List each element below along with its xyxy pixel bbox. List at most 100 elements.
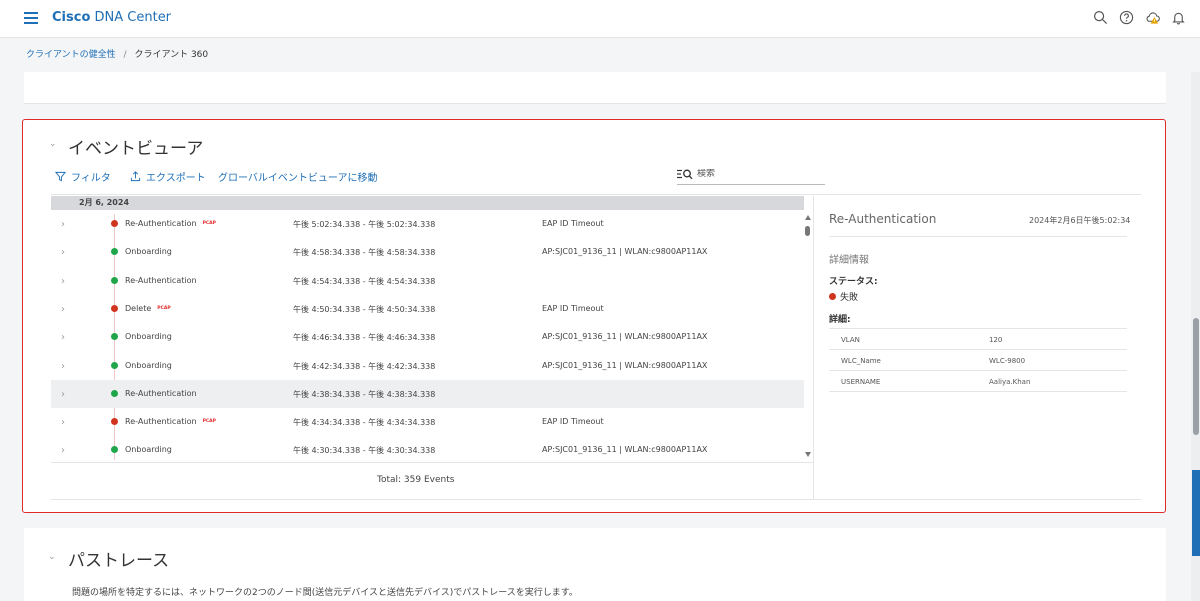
- cloud-alert-icon[interactable]: [1144, 9, 1160, 25]
- search-list-icon: [677, 169, 693, 179]
- event-list-scroll-thumb[interactable]: [805, 226, 810, 236]
- event-list: 2月 6, 2024 › Re-Authentication PCAP 午後 5:02…: [51, 196, 813, 460]
- event-name: Onboarding: [125, 445, 172, 454]
- event-time-range: 午後 4:42:34.338 - 午後 4:42:34.338: [293, 361, 436, 371]
- event-name-text: Re-Authentication: [125, 388, 197, 398]
- brand-bold: Cisco: [52, 10, 91, 25]
- event-row[interactable]: › Onboarding 午後 4:46:34.338 - 午後 4:46:34.3…: [51, 323, 804, 351]
- scroll-down-arrow-icon[interactable]: [805, 452, 811, 457]
- detail-value: WLC-9800: [989, 357, 1026, 365]
- event-time-range: 午後 4:46:34.338 - 午後 4:46:34.338: [293, 333, 436, 343]
- search-icon[interactable]: [1092, 9, 1108, 25]
- pcap-badge[interactable]: PCAP: [203, 221, 216, 226]
- event-detail-text: EAP ID Timeout: [542, 417, 604, 427]
- event-name: Onboarding: [125, 332, 172, 341]
- event-name: Re-Authentication: [125, 389, 197, 398]
- event-row[interactable]: › Re-Authentication PCAP 午後 4:34:34.338 - 午…: [51, 408, 804, 436]
- event-row[interactable]: › Re-Authentication 午後 4:38:34.338 - 午後 4:…: [51, 379, 804, 408]
- top-navigation-bar: Cisco DNA Center: [0, 0, 1200, 38]
- detail-timestamp: 2024年2月6日午後5:02:34: [1029, 216, 1131, 225]
- expand-chevron-icon[interactable]: ›: [61, 361, 65, 372]
- status-failed-dot-icon: [829, 293, 836, 300]
- event-list-scrollbar[interactable]: [804, 212, 813, 457]
- event-name-text: Re-Authentication: [125, 219, 197, 228]
- event-name: Onboarding: [125, 247, 172, 256]
- detail-key: WLC_Name: [841, 357, 881, 365]
- filter-label: フィルタ: [71, 173, 111, 184]
- page-scrollbar[interactable]: [1191, 72, 1200, 601]
- event-name-text: Onboarding: [125, 360, 172, 370]
- bell-icon[interactable]: [1170, 9, 1186, 25]
- expand-chevron-icon[interactable]: ›: [61, 417, 65, 428]
- expand-chevron-icon[interactable]: ›: [61, 389, 65, 400]
- breadcrumb-separator: /: [123, 50, 127, 60]
- status-label: ステータス:: [829, 277, 878, 287]
- path-trace-card: ⌄ パストレース 問題の場所を特定するには、ネットワークの2つのノード間(送信元…: [24, 528, 1166, 601]
- collapse-chevron-icon[interactable]: ⌄: [48, 552, 56, 562]
- event-time-range: 午後 4:30:34.338 - 午後 4:30:34.338: [293, 446, 436, 456]
- event-name: Re-Authentication PCAP: [125, 417, 216, 426]
- event-detail-text: AP:SJC01_9136_11 | WLAN:c9800AP11AX: [542, 360, 708, 370]
- event-search[interactable]: [677, 164, 825, 185]
- status-failed-dot-icon: [111, 220, 118, 227]
- status-success-dot-icon: [111, 248, 118, 256]
- event-name-text: Onboarding: [125, 247, 172, 257]
- event-row[interactable]: › Re-Authentication PCAP 午後 5:02:34.338 - 午…: [51, 210, 804, 238]
- event-detail-text: AP:SJC01_9136_11 | WLAN:c9800AP11AX: [542, 445, 708, 455]
- status-text: 失敗: [840, 293, 859, 303]
- pcap-badge[interactable]: PCAP: [203, 419, 216, 424]
- event-detail-pane: Re-Authentication 2024年2月6日午後5:02:34 詳細情…: [829, 196, 1131, 496]
- detail-key: VLAN: [841, 336, 860, 344]
- export-icon: [130, 171, 141, 182]
- search-input[interactable]: [697, 169, 817, 179]
- event-row[interactable]: › Onboarding 午後 4:42:34.338 - 午後 4:42:34.3…: [51, 352, 804, 380]
- app-brand[interactable]: Cisco DNA Center: [52, 10, 171, 25]
- path-trace-title: パストレース: [68, 551, 170, 571]
- collapse-chevron-icon[interactable]: ⌄: [49, 139, 57, 149]
- event-detail-text: EAP ID Timeout: [542, 303, 604, 313]
- event-row[interactable]: › Re-Authentication 午後 4:54:34.338 - 午後 4:…: [51, 267, 804, 295]
- status-failed-dot-icon: [111, 304, 118, 312]
- expand-chevron-icon[interactable]: ›: [61, 276, 65, 287]
- detail-row: WLC_Name WLC-9800: [829, 349, 1127, 371]
- event-name: Re-Authentication PCAP: [125, 219, 216, 228]
- expand-chevron-icon[interactable]: ›: [61, 445, 65, 456]
- status-success-dot-icon: [111, 446, 118, 454]
- top-icon-group: [1092, 9, 1186, 25]
- breadcrumb-client-health-link[interactable]: クライアントの健全性: [26, 50, 116, 60]
- pcap-badge[interactable]: PCAP: [157, 306, 170, 311]
- event-row[interactable]: › Delete PCAP 午後 4:50:34.338 - 午後 4:50:34.3…: [51, 295, 804, 323]
- scroll-up-arrow-icon[interactable]: [805, 215, 811, 220]
- help-icon[interactable]: [1118, 9, 1134, 25]
- event-detail-text: AP:SJC01_9136_11 | WLAN:c9800AP11AX: [542, 332, 708, 342]
- global-event-viewer-link[interactable]: グローバルイベントビューアに移動: [218, 169, 378, 184]
- event-name-text: Delete: [125, 303, 152, 313]
- divider: [829, 236, 1127, 237]
- event-viewer-title: イベントビューア: [68, 139, 204, 159]
- breadcrumb-current: クライアント 360: [134, 50, 209, 60]
- event-name-text: Re-Authentication: [125, 417, 197, 427]
- event-row[interactable]: › Onboarding 午後 4:58:34.338 - 午後 4:58:34.3…: [51, 238, 804, 266]
- status-success-dot-icon: [111, 389, 118, 397]
- expand-chevron-icon[interactable]: ›: [61, 332, 65, 343]
- expand-chevron-icon[interactable]: ›: [61, 247, 65, 258]
- event-row[interactable]: › Onboarding 午後 4:30:34.338 - 午後 4:30:34.3…: [51, 436, 804, 460]
- filter-button[interactable]: フィルタ: [55, 169, 111, 184]
- page-scrollbar-thumb[interactable]: [1193, 318, 1199, 435]
- status-success-dot-icon: [111, 361, 118, 369]
- detail-row: USERNAME Aaliya.Khan: [829, 370, 1127, 392]
- expand-chevron-icon[interactable]: ›: [61, 304, 65, 315]
- export-button[interactable]: エクスポート: [130, 169, 206, 184]
- date-group-header: 2月 6, 2024: [51, 196, 804, 210]
- pane-divider: [813, 196, 814, 500]
- page-scroll-indicator: [1192, 470, 1200, 556]
- event-time-range: 午後 4:58:34.338 - 午後 4:58:34.338: [293, 248, 436, 258]
- detail-value: 120: [989, 336, 1003, 344]
- path-trace-description: 問題の場所を特定するには、ネットワークの2つのノード間(送信元デバイスと送信先デ…: [72, 588, 578, 598]
- event-name-text: Re-Authentication: [125, 275, 197, 285]
- detail-key: USERNAME: [841, 378, 881, 386]
- previous-card: [24, 72, 1166, 104]
- event-time-range: 午後 5:02:34.338 - 午後 5:02:34.338: [293, 220, 436, 229]
- expand-chevron-icon[interactable]: ›: [61, 219, 65, 230]
- hamburger-menu-icon[interactable]: [24, 12, 38, 24]
